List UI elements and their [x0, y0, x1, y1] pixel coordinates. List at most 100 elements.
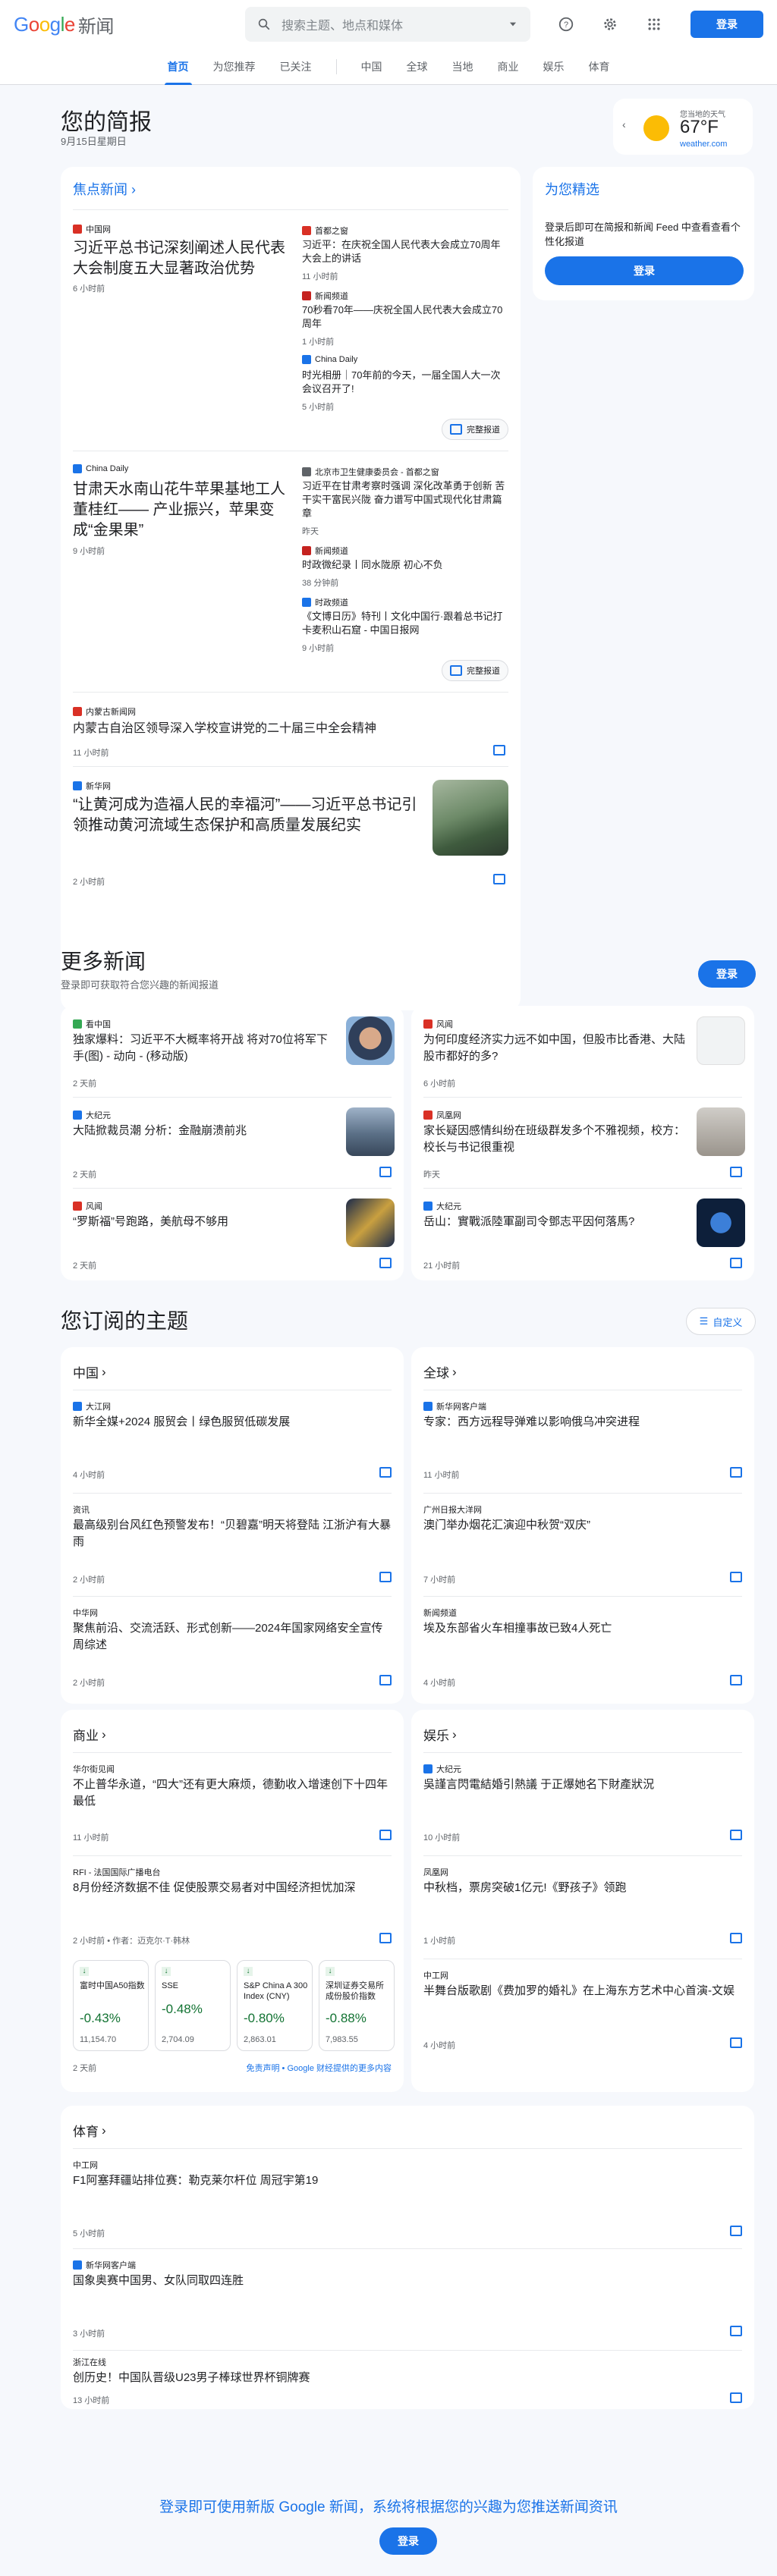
headline-link[interactable]: 创历史！中国队晋级U23男子棒球世界杯铜牌赛 [73, 2370, 725, 2386]
headline-link[interactable]: “罗斯福”号跑路，美航母不够用 [73, 1214, 337, 1230]
tab-home[interactable]: 首页 [156, 49, 201, 85]
source-favicon-icon [73, 1202, 82, 1211]
tab-entertainment[interactable]: 娱乐 [531, 49, 577, 85]
headline-link[interactable]: “让黄河成为造福人民的幸福河”——习近平总书记引领推动黄河流域生态保护和高质量发… [73, 795, 429, 836]
article-thumbnail[interactable] [346, 1016, 395, 1065]
headline-link[interactable]: 聚焦前沿、交流活跃、形式创新——2024年国家网络安全宣传周综述 [73, 1620, 392, 1654]
article-thumbnail[interactable] [697, 1016, 745, 1065]
login-button[interactable]: 登录 [690, 11, 763, 38]
full-coverage-icon[interactable] [730, 1830, 742, 1840]
search-input[interactable]: 搜索主题、地点和媒体 [245, 7, 530, 42]
headline-link[interactable]: 为何印度经济实力远不如中国，但股市比香港、大陆股市都好的多? [423, 1032, 687, 1065]
headline-link[interactable]: 新华全媒+2024 服贸会丨绿色服贸低碳发展 [73, 1414, 392, 1431]
related-link[interactable]: 习近平：在庆祝全国人民代表大会成立70周年大会上的讲话 [302, 238, 508, 265]
headline-link[interactable]: 家长疑因感情纠纷在班级群发多个不雅视频，校方：校长与书记很重视 [423, 1123, 687, 1156]
finance-disclaimer-link[interactable]: 免责声明 • Google 财经提供的更多内容 [247, 2062, 392, 2074]
headline-link[interactable]: 专家：西方远程导弹难以影响俄乌冲突进程 [423, 1414, 742, 1431]
headline-link[interactable]: 吳謹言閃電結婚引熱議 于正爆她名下財產狀況 [423, 1776, 742, 1793]
headline-link[interactable]: 澳门举办烟花汇演迎中秋贺“双庆” [423, 1517, 742, 1534]
full-coverage-icon[interactable] [379, 1675, 392, 1685]
picks-login-button[interactable]: 登录 [545, 256, 744, 285]
full-coverage-icon[interactable] [493, 874, 505, 884]
topic-title-link[interactable]: 全球 › [423, 1362, 457, 1381]
full-coverage-icon[interactable] [730, 2326, 742, 2336]
headline-link[interactable]: 半舞台版歌剧《费加罗的婚礼》在上海东方艺术中心首演-文娱 [423, 1983, 742, 2000]
headline-link[interactable]: 最高级别台风红色预警发布！“贝碧嘉”明天将登陆 江浙沪有大暴雨 [73, 1517, 392, 1550]
topic-title-link[interactable]: 娱乐 › [423, 1725, 457, 1744]
topic-title-link[interactable]: 商业 › [73, 1725, 106, 1744]
stock-card[interactable]: ↓ 深圳证券交易所成份股价指数 -0.88% 7,983.55 [319, 1960, 395, 2051]
article-thumbnail[interactable] [433, 780, 508, 856]
tab-sports[interactable]: 体育 [577, 49, 622, 85]
weather-source-link[interactable]: weather.com [680, 140, 727, 149]
headline-link[interactable]: 8月份经济数据不佳 促使股票交易者对中国经济担忧加深 [73, 1880, 392, 1896]
full-coverage-icon[interactable] [379, 1830, 392, 1840]
headline-link[interactable]: 岳山：實戰派陸軍副司令鄧志平因何落馬? [423, 1214, 687, 1230]
customize-button[interactable]: ☰ 自定义 [686, 1308, 756, 1335]
full-coverage-icon [450, 424, 462, 435]
arrow-down-icon: ↓ [80, 1967, 89, 1976]
full-coverage-icon[interactable] [379, 1258, 392, 1268]
apps-grid-icon[interactable] [639, 9, 669, 39]
full-coverage-icon[interactable] [730, 1167, 742, 1177]
full-coverage-icon[interactable] [379, 1572, 392, 1582]
tab-following[interactable]: 已关注 [268, 49, 324, 85]
tab-world[interactable]: 全球 [395, 49, 440, 85]
headline-link[interactable]: 内蒙古自治区领导深入学校宣讲党的二十届三中全会精神 [73, 721, 498, 737]
help-icon[interactable]: ? [551, 9, 581, 39]
stock-card[interactable]: ↓ SSE -0.48% 2,704.09 [155, 1960, 231, 2051]
article-thumbnail[interactable] [346, 1198, 395, 1247]
full-coverage-icon[interactable] [730, 1933, 742, 1943]
full-coverage-icon[interactable] [730, 1467, 742, 1478]
full-coverage-icon[interactable] [730, 2226, 742, 2236]
headline-link[interactable]: 中秋档，票房突破1亿元!《野孩子》领跑 [423, 1880, 742, 1896]
timestamp: 9 小时前 [302, 644, 335, 653]
headline-link[interactable]: 不止普华永道，“四大”还有更大麻烦，德勤收入增速创下十四年最低 [73, 1776, 392, 1810]
google-news-logo[interactable]: Google 新闻 [14, 11, 114, 38]
headline-link[interactable]: F1阿塞拜疆站排位赛：勒克莱尔杆位 周冠宇第19 [73, 2172, 725, 2189]
picks-text: 登录后即可在简报和新闻 Feed 中查看查看个性化报道 [545, 221, 741, 247]
article-thumbnail[interactable] [697, 1198, 745, 1247]
tab-local[interactable]: 当地 [440, 49, 486, 85]
topic-title-link[interactable]: 中国 › [73, 1362, 106, 1381]
article-thumbnail[interactable] [346, 1107, 395, 1156]
tab-china[interactable]: 中国 [349, 49, 395, 85]
full-coverage-icon[interactable] [379, 1167, 392, 1177]
headline-link[interactable]: 习近平总书记深刻阐述人民代表大会制度五大显著政治优势 [73, 238, 291, 279]
full-coverage-icon[interactable] [730, 2037, 742, 2048]
full-coverage-icon[interactable] [379, 1467, 392, 1478]
headline-link[interactable]: 甘肃天水南山花牛苹果基地工人董桂红—— 产业振兴，苹果变成“金果果” [73, 479, 291, 541]
tab-for-you[interactable]: 为您推荐 [201, 49, 268, 85]
headline-link[interactable]: 国象奥赛中国男、女队同取四连胜 [73, 2273, 725, 2289]
full-coverage-icon[interactable] [730, 1258, 742, 1268]
chevron-left-icon[interactable]: ‹ [622, 118, 626, 130]
tab-business[interactable]: 商业 [486, 49, 531, 85]
full-coverage-icon[interactable] [493, 745, 505, 756]
related-link[interactable]: 时光相册｜70年前的今天，一届全国人大一次会议召开了! [302, 369, 508, 396]
weather-card[interactable]: ‹ 您当地的天气 67°F weather.com [613, 99, 753, 155]
full-coverage-icon[interactable] [730, 1675, 742, 1685]
full-coverage-icon[interactable] [730, 1572, 742, 1582]
footer-login-button[interactable]: 登录 [379, 2527, 437, 2555]
stock-card[interactable]: ↓ S&P China A 300 Index (CNY) -0.80% 2,8… [237, 1960, 313, 2051]
related-link[interactable]: 《文博日历》特刊丨文化中国行·跟着总书记打卡麦积山石窟 - 中国日报网 [302, 610, 508, 637]
full-coverage-button[interactable]: 完整报道 [442, 419, 508, 440]
stock-card[interactable]: ↓ 富时中国A50指数 -0.43% 11,154.70 [73, 1960, 149, 2051]
arrow-down-icon: ↓ [244, 1967, 253, 1976]
more-login-button[interactable]: 登录 [698, 960, 756, 988]
top-stories-title[interactable]: 焦点新闻 › [73, 179, 136, 199]
article-thumbnail[interactable] [697, 1107, 745, 1156]
source-label: 新华网客户端 [73, 2259, 136, 2271]
full-coverage-button[interactable]: 完整报道 [442, 660, 508, 681]
full-coverage-icon[interactable] [730, 2392, 742, 2403]
headline-link[interactable]: 独家爆料：习近平不大概率将开战 将对70位将军下手(图) - 动向 - (移动版… [73, 1032, 337, 1065]
full-coverage-icon[interactable] [379, 1933, 392, 1943]
chevron-down-icon[interactable] [508, 19, 518, 30]
headline-link[interactable]: 大陆掀裁员潮 分析：金融崩溃前兆 [73, 1123, 337, 1139]
topic-title-link[interactable]: 体育 › [73, 2121, 106, 2140]
headline-link[interactable]: 埃及东部省火车相撞事故已致4人死亡 [423, 1620, 742, 1637]
gear-icon[interactable] [595, 9, 625, 39]
related-link[interactable]: 70秒看70年——庆祝全国人民代表大会成立70周年 [302, 303, 508, 331]
related-link[interactable]: 时政微纪录丨同水陇原 初心不负 [302, 558, 508, 572]
related-link[interactable]: 习近平在甘肃考察时强调 深化改革勇于创新 苦干实干富民兴陇 奋力谱写中国式现代化… [302, 479, 508, 520]
